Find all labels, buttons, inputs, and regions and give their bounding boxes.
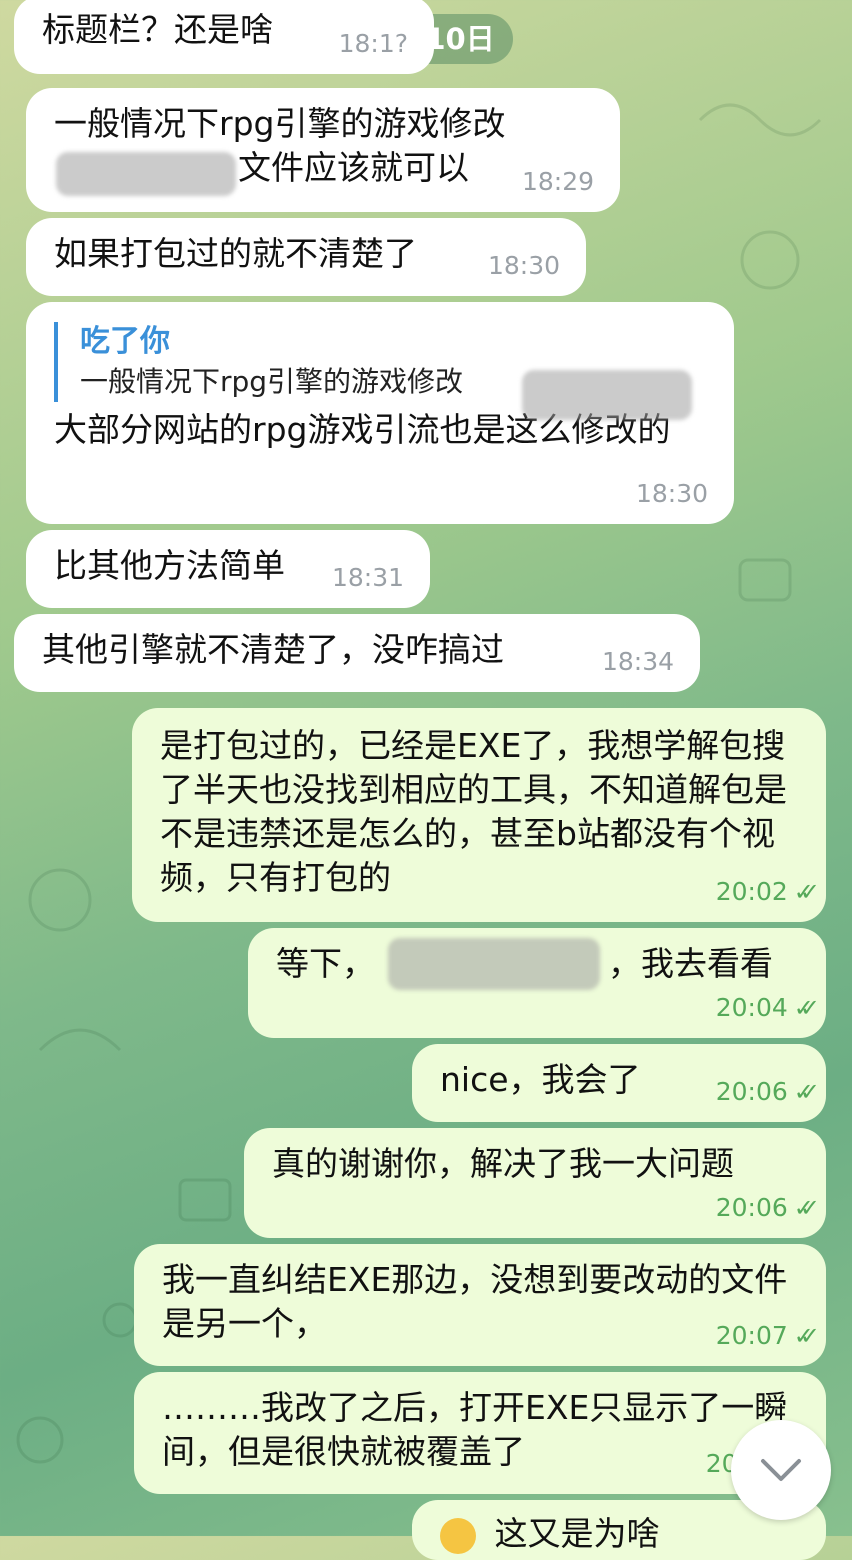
chevron-down-icon [761, 1459, 801, 1481]
redacted-blur [388, 938, 600, 990]
message-text: 比其他方法简单 [54, 546, 285, 585]
read-check-icon: ✓✓ [793, 878, 820, 906]
message-text: 是打包过的，已经是EXE了，我想学解包搜了半天也没找到相应的工具，不知道解包是不… [160, 726, 787, 897]
message-time: 18:30 [487, 251, 560, 280]
message-time: 18:34 [601, 647, 674, 676]
message-time: 20:02 ✓✓ [716, 870, 821, 914]
message-text: 我一直纠结EXE那边，没想到要改动的文件是另一个， [162, 1260, 788, 1343]
message-text: 标题栏？还是啥 [42, 10, 273, 49]
message-time: 20:04 ✓✓ [716, 986, 821, 1030]
redacted-blur [522, 370, 692, 420]
reply-author: 吃了你 [80, 324, 170, 359]
incoming-message[interactable]: 如果打包过的就不清楚了 18:30 [26, 218, 586, 296]
redacted-blur [56, 152, 236, 196]
message-time: 18:29 [521, 167, 594, 196]
message-time: 18:1? [338, 29, 408, 58]
message-time: 18:30 [635, 479, 708, 508]
message-time: 18:31 [331, 563, 404, 592]
message-text: 一般情况下rpg引擎的游戏修改 [54, 104, 506, 143]
incoming-message[interactable]: 一般情况下rpg引擎的游戏修改 文件应该就可以 18:29 [26, 88, 620, 212]
message-text: ，我去看看 [608, 944, 773, 983]
message-time: 20:06 ✓✓ [716, 1186, 821, 1230]
read-check-icon: ✓✓ [793, 1322, 820, 1350]
incoming-message[interactable]: 其他引擎就不清楚了，没咋搞过 18:34 [14, 614, 700, 692]
read-check-icon: ✓✓ [793, 1194, 820, 1222]
incoming-message[interactable]: 标题栏？还是啥 18:1? [14, 0, 434, 74]
incoming-reply-message[interactable]: 吃了你 一般情况下rpg引擎的游戏修改 大部分网站的rpg游戏引流也是这么修改的… [26, 302, 734, 524]
message-text: 真的谢谢你，解决了我一大问题 [272, 1144, 734, 1183]
message-text: 如果打包过的就不清楚了 [54, 234, 417, 273]
message-time: 20:06 ✓✓ [716, 1070, 821, 1114]
incoming-message[interactable]: 比其他方法简单 18:31 [26, 530, 430, 608]
message-time: 20:07 ✓✓ [716, 1314, 821, 1358]
read-check-icon: ✓✓ [793, 1078, 820, 1106]
message-text: 其他引擎就不清楚了，没咋搞过 [42, 630, 504, 669]
outgoing-message[interactable]: 等下， ，我去看看 20:04 ✓✓ [248, 928, 826, 1038]
message-text: 这又是为啥 [494, 1514, 660, 1553]
message-text: 等下， [276, 944, 375, 983]
read-check-icon: ✓✓ [793, 994, 820, 1022]
outgoing-message[interactable]: 是打包过的，已经是EXE了，我想学解包搜了半天也没找到相应的工具，不知道解包是不… [132, 708, 826, 922]
outgoing-message[interactable]: 真的谢谢你，解决了我一大问题 20:06 ✓✓ [244, 1128, 826, 1238]
outgoing-message[interactable]: ………我改了之后，打开EXE只显示了一瞬间，但是很快就被覆盖了 20: [134, 1372, 826, 1494]
outgoing-message[interactable]: 我一直纠结EXE那边，没想到要改动的文件是另一个， 20:07 ✓✓ [134, 1244, 826, 1366]
outgoing-message[interactable]: nice，我会了 20:06 ✓✓ [412, 1044, 826, 1122]
scroll-to-bottom-button[interactable] [731, 1420, 831, 1520]
message-text: nice，我会了 [440, 1060, 641, 1099]
